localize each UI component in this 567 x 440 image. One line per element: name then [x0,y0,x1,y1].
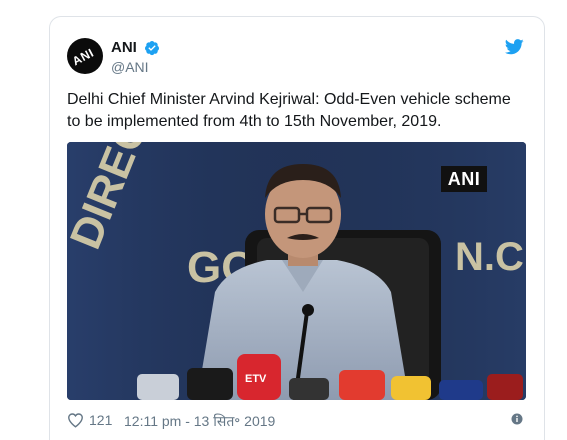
info-icon[interactable] [511,413,523,425]
tweet-card[interactable]: ANI ANI @ANI Delhi Chief Minister Arvind… [49,16,545,440]
tweet-text: Delhi Chief Minister Arvind Kejriwal: Od… [67,91,511,130]
mic-flag-label: ETV [245,373,267,385]
backdrop-lettering-right: N.C [455,235,524,279]
user-handle[interactable]: @ANI [111,59,149,75]
ani-watermark: ANI [441,166,487,192]
avatar-logo-text: ANI [70,45,97,69]
display-name[interactable]: ANI [111,39,137,56]
avatar[interactable]: ANI [67,38,103,74]
tweet-timestamp[interactable]: 12:11 pm - 13 सित॰ 2019 [124,412,275,431]
tweet-media-image[interactable]: DIREC GO N.C ETV ANI [67,142,526,400]
verified-badge-icon [145,41,159,56]
like-count[interactable]: 121 [89,412,112,428]
heart-icon[interactable] [67,412,84,428]
tweet-footer: 121 12:11 pm - 13 सित॰ 2019 [67,410,529,430]
twitter-bird-icon[interactable] [505,39,524,55]
